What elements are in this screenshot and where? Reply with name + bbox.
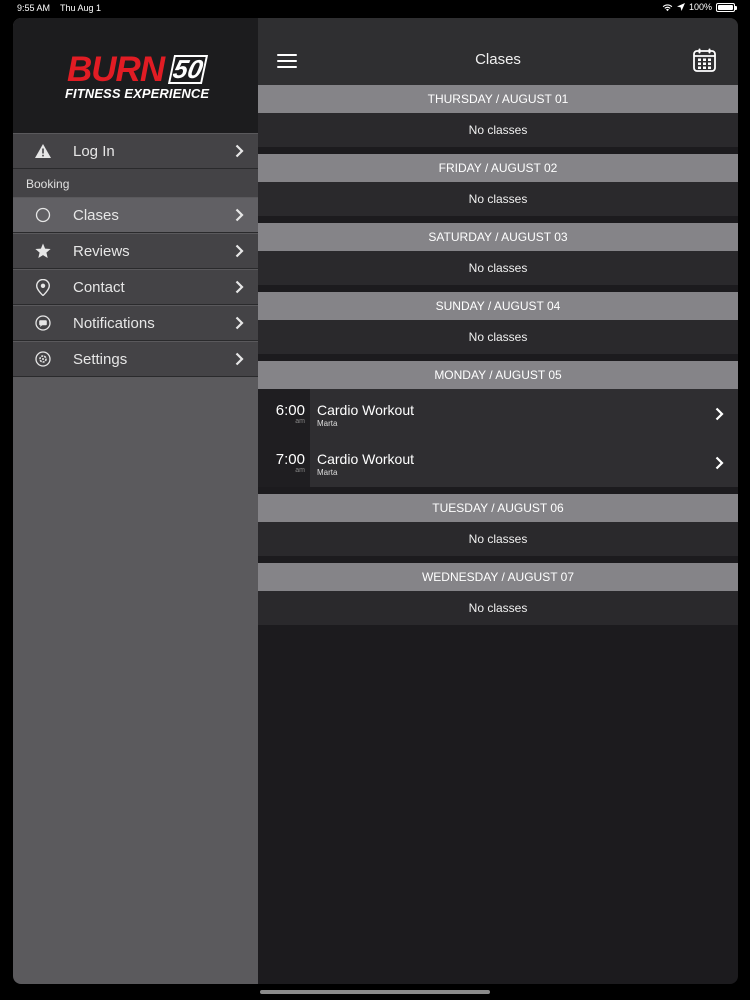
battery-percent: 100% bbox=[688, 2, 712, 12]
page-title: Clases bbox=[475, 51, 521, 68]
sidebar-item-settings[interactable]: Settings bbox=[13, 341, 258, 377]
class-row[interactable]: 7:00 am Cardio Workout Marta bbox=[258, 438, 738, 487]
no-classes-message: No classes bbox=[258, 591, 738, 625]
sidebar-item-label: Notifications bbox=[73, 314, 155, 332]
wifi-icon bbox=[662, 3, 673, 11]
logo: BURN 50 FITNESS EXPERIENCE bbox=[13, 18, 258, 133]
chevron-right-icon bbox=[235, 280, 244, 294]
chevron-right-icon bbox=[715, 456, 724, 470]
chevron-right-icon bbox=[235, 208, 244, 222]
gear-icon bbox=[35, 351, 51, 367]
battery-icon bbox=[716, 2, 737, 12]
sidebar-item-label: Log In bbox=[73, 142, 115, 160]
location-arrow-icon bbox=[676, 3, 685, 11]
status-bar: 9:55 AM Thu Aug 1 100% bbox=[0, 0, 750, 16]
logo-subtitle: FITNESS EXPERIENCE bbox=[65, 86, 210, 101]
sidebar-item-clases[interactable]: Clases bbox=[13, 197, 258, 233]
sidebar-item-label: Settings bbox=[73, 350, 128, 368]
class-time: 6:00 bbox=[275, 402, 305, 419]
chevron-right-icon bbox=[715, 407, 724, 421]
chevron-right-icon bbox=[235, 352, 244, 366]
schedule-list: THURSDAY / AUGUST 01 No classes FRIDAY /… bbox=[258, 85, 738, 625]
day-header: MONDAY / AUGUST 05 bbox=[258, 361, 738, 389]
day-header: THURSDAY / AUGUST 01 bbox=[258, 85, 738, 113]
class-name: Cardio Workout bbox=[317, 402, 415, 418]
sidebar-item-label: Reviews bbox=[73, 242, 130, 260]
sidebar-item-label: Contact bbox=[73, 278, 125, 296]
logo-number: 50 bbox=[167, 54, 209, 84]
calendar-icon[interactable] bbox=[693, 48, 716, 72]
day-header: SATURDAY / AUGUST 03 bbox=[258, 223, 738, 251]
class-row[interactable]: 6:00 am Cardio Workout Marta bbox=[258, 389, 738, 438]
chevron-right-icon bbox=[235, 244, 244, 258]
logo-burn-text: BURN bbox=[67, 50, 165, 89]
no-classes-message: No classes bbox=[258, 251, 738, 285]
sidebar-item-reviews[interactable]: Reviews bbox=[13, 233, 258, 269]
home-indicator[interactable] bbox=[260, 990, 490, 994]
class-name: Cardio Workout bbox=[317, 451, 415, 467]
no-classes-message: No classes bbox=[258, 522, 738, 556]
status-date: Thu Aug 1 bbox=[60, 3, 102, 13]
sidebar-item-login[interactable]: Log In bbox=[13, 133, 258, 169]
location-pin-icon bbox=[36, 278, 50, 296]
chevron-right-icon bbox=[235, 316, 244, 330]
star-icon bbox=[35, 243, 51, 258]
class-ampm: am bbox=[295, 467, 305, 474]
main-content: Clases THURSDAY / AUGUST 01 No classes F… bbox=[258, 18, 738, 984]
day-header: WEDNESDAY / AUGUST 07 bbox=[258, 563, 738, 591]
no-classes-message: No classes bbox=[258, 182, 738, 216]
sidebar: BURN 50 FITNESS EXPERIENCE Log In Bookin… bbox=[13, 18, 258, 984]
day-header: TUESDAY / AUGUST 06 bbox=[258, 494, 738, 522]
chat-bubble-icon bbox=[35, 315, 51, 331]
circle-icon bbox=[35, 207, 51, 223]
sidebar-item-notifications[interactable]: Notifications bbox=[13, 305, 258, 341]
sidebar-item-label: Clases bbox=[73, 206, 119, 224]
no-classes-message: No classes bbox=[258, 320, 738, 354]
warning-icon bbox=[35, 144, 51, 158]
chevron-right-icon bbox=[235, 144, 244, 158]
day-header: SUNDAY / AUGUST 04 bbox=[258, 292, 738, 320]
day-header: FRIDAY / AUGUST 02 bbox=[258, 154, 738, 182]
section-label-booking: Booking bbox=[13, 169, 258, 197]
class-instructor: Marta bbox=[317, 468, 338, 477]
class-instructor: Marta bbox=[317, 419, 338, 428]
sidebar-item-contact[interactable]: Contact bbox=[13, 269, 258, 305]
no-classes-message: No classes bbox=[258, 113, 738, 147]
navigation-bar: Clases bbox=[258, 18, 738, 85]
class-time: 7:00 bbox=[275, 451, 305, 468]
status-time: 9:55 AM bbox=[17, 3, 51, 13]
class-ampm: am bbox=[295, 418, 305, 425]
